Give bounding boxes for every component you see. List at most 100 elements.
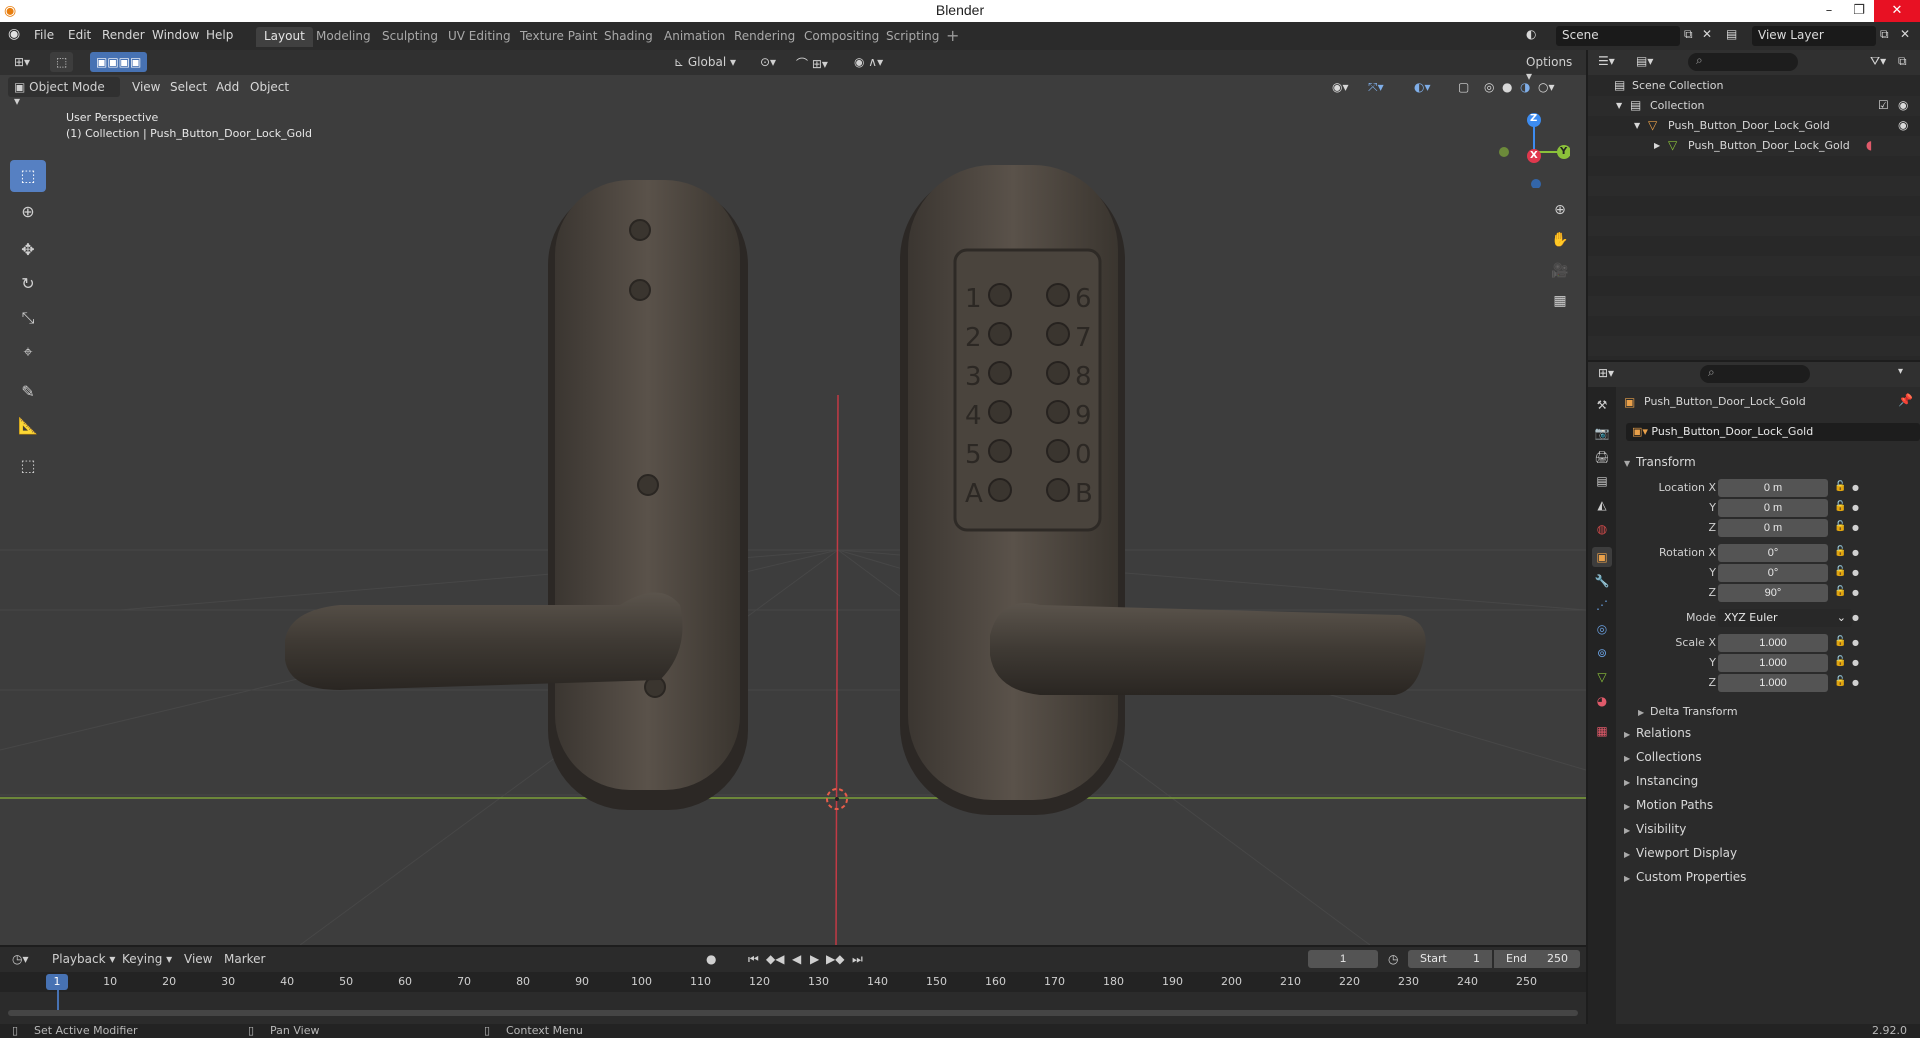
lock-icon[interactable]: 🔓 bbox=[1834, 521, 1846, 532]
keying-menu[interactable]: Keying ▾ bbox=[122, 952, 172, 966]
rendered-shading-icon[interactable]: ○▾ bbox=[1538, 80, 1555, 94]
properties-options-icon[interactable]: ▾ bbox=[1898, 366, 1903, 377]
keyframe-dot-icon[interactable]: ● bbox=[1852, 568, 1859, 577]
menu-help[interactable]: Help bbox=[206, 28, 233, 42]
outliner-search-input[interactable]: ⌕ bbox=[1688, 53, 1798, 71]
outliner-collection[interactable]: ▼ ▤ Collection ☑ ◉ bbox=[1588, 96, 1920, 116]
delete-view-layer-icon[interactable]: ✕ bbox=[1900, 27, 1910, 41]
particles-tab-icon[interactable]: ⋰ bbox=[1592, 595, 1612, 615]
pan-hand-icon[interactable]: ✋ bbox=[1546, 226, 1574, 254]
keyframe-dot-icon[interactable]: ● bbox=[1852, 483, 1859, 492]
xray-icon[interactable]: ▢ bbox=[1458, 80, 1469, 94]
current-frame-field[interactable] bbox=[1308, 950, 1378, 968]
menu-edit[interactable]: Edit bbox=[68, 28, 91, 42]
delete-scene-icon[interactable]: ✕ bbox=[1702, 27, 1712, 41]
tab-rendering[interactable]: Rendering bbox=[726, 27, 803, 47]
overlay-toggle-icon[interactable]: ◐▾ bbox=[1414, 80, 1431, 94]
relations-section-header[interactable]: ▶ Relations bbox=[1624, 726, 1691, 740]
solid-shading-icon[interactable]: ● bbox=[1502, 80, 1512, 94]
texture-tab-icon[interactable]: ▦ bbox=[1592, 721, 1612, 741]
tab-sculpting[interactable]: Sculpting bbox=[374, 27, 446, 47]
add-workspace-button[interactable]: + bbox=[946, 26, 959, 45]
select-tool-icon[interactable]: ⬚ bbox=[50, 52, 74, 72]
rotate-tool-icon[interactable]: ↻ bbox=[10, 268, 46, 300]
zoom-icon[interactable]: ⊕ bbox=[1546, 196, 1574, 224]
left-lock-model[interactable] bbox=[285, 180, 748, 810]
add-cube-tool-icon[interactable]: ⬚ bbox=[10, 450, 46, 482]
tab-modeling[interactable]: Modeling bbox=[308, 27, 379, 47]
view-layer-tab-icon[interactable]: ▤ bbox=[1592, 471, 1612, 491]
lock-icon[interactable]: 🔓 bbox=[1834, 546, 1846, 557]
render-tab-icon[interactable]: 📷 bbox=[1592, 423, 1612, 443]
tool-tab-icon[interactable]: ⚒ bbox=[1592, 395, 1612, 415]
expand-arrow-icon[interactable]: ▼ bbox=[1634, 121, 1640, 130]
outliner-scene-collection[interactable]: ▤ Scene Collection bbox=[1588, 76, 1920, 96]
move-tool-icon[interactable]: ✥ bbox=[10, 234, 46, 266]
viewport-menu-view[interactable]: View bbox=[132, 80, 160, 94]
filter-icon[interactable]: ⛛▾ bbox=[1870, 54, 1886, 69]
transform-section-header[interactable]: ▼ Transform bbox=[1624, 455, 1696, 469]
preview-range-icon[interactable]: ◷ bbox=[1388, 952, 1398, 966]
viewport-display-section-header[interactable]: ▶ Viewport Display bbox=[1624, 846, 1737, 860]
scale-tool-icon[interactable]: ⤡ bbox=[10, 302, 46, 334]
scale-x-field[interactable] bbox=[1718, 634, 1828, 652]
display-mode-icon[interactable]: ▤▾ bbox=[1636, 54, 1653, 68]
playhead-line[interactable] bbox=[57, 990, 59, 1010]
viewport-menu-add[interactable]: Add bbox=[216, 80, 239, 94]
viewport-menu-select[interactable]: Select bbox=[170, 80, 207, 94]
playhead-frame-badge[interactable]: 1 bbox=[46, 974, 68, 990]
new-scene-icon[interactable]: ⧉ bbox=[1684, 27, 1693, 42]
select-box-tool-icon[interactable]: ⬚ bbox=[10, 160, 46, 192]
timeline-editor-icon[interactable]: ◷▾ bbox=[12, 952, 29, 966]
modifier-tab-icon[interactable]: 🔧 bbox=[1592, 571, 1612, 591]
object-mode-dropdown[interactable]: ▣ Object Mode ▾ bbox=[8, 77, 120, 108]
eye-icon[interactable]: ◉ bbox=[1898, 98, 1908, 112]
lock-icon[interactable]: 🔓 bbox=[1834, 501, 1846, 512]
viewport-menu-object[interactable]: Object bbox=[250, 80, 289, 94]
tab-uv-editing[interactable]: UV Editing bbox=[440, 27, 519, 47]
minimize-button[interactable]: – bbox=[1814, 0, 1844, 22]
outliner-object-row[interactable]: ▼ ▽ Push_Button_Door_Lock_Gold ◉ bbox=[1588, 116, 1920, 136]
outliner-mesh-row[interactable]: ▶ ▽ Push_Button_Door_Lock_Gold ◖ bbox=[1588, 136, 1920, 156]
record-icon[interactable]: ● bbox=[706, 952, 716, 966]
viewport-scene[interactable] bbox=[0, 50, 1586, 945]
start-frame-field[interactable]: Start 1 bbox=[1408, 950, 1492, 968]
instancing-section-header[interactable]: ▶ Instancing bbox=[1624, 774, 1698, 788]
camera-view-icon[interactable]: 🎥 bbox=[1546, 257, 1574, 285]
keyframe-dot-icon[interactable]: ● bbox=[1852, 588, 1859, 597]
object-name-field[interactable]: ▣▾ Push_Button_Door_Lock_Gold bbox=[1626, 423, 1920, 441]
world-tab-icon[interactable]: ◍ bbox=[1592, 519, 1612, 539]
visibility-icon[interactable]: ◉▾ bbox=[1332, 80, 1349, 94]
snap-icon[interactable]: ⌒ ⊞▾ bbox=[790, 52, 834, 72]
new-collection-icon[interactable]: ⧉ bbox=[1898, 54, 1907, 69]
menu-file[interactable]: File bbox=[34, 28, 54, 42]
tab-animation[interactable]: Animation bbox=[656, 27, 733, 47]
location-x-field[interactable] bbox=[1718, 479, 1828, 497]
material-tab-icon[interactable]: ◕ bbox=[1592, 691, 1612, 711]
location-z-field[interactable] bbox=[1718, 519, 1828, 537]
close-button[interactable]: ✕ bbox=[1874, 0, 1920, 22]
outliner-editor-icon[interactable]: ☰▾ bbox=[1598, 54, 1615, 68]
jump-start-icon[interactable]: ⏮ bbox=[748, 952, 759, 967]
play-icon[interactable]: ▶ bbox=[810, 952, 819, 966]
keyframe-dot-icon[interactable]: ● bbox=[1852, 658, 1859, 667]
keyframe-dot-icon[interactable]: ● bbox=[1852, 613, 1859, 622]
lock-icon[interactable]: 🔓 bbox=[1834, 656, 1846, 667]
keyframe-dot-icon[interactable]: ● bbox=[1852, 523, 1859, 532]
pivot-point-icon[interactable]: ⊙▾ bbox=[754, 52, 783, 72]
cursor-tool-icon[interactable]: ⊕ bbox=[10, 196, 46, 228]
expand-arrow-icon[interactable]: ▼ bbox=[1616, 101, 1622, 110]
output-tab-icon[interactable]: 🖨 bbox=[1592, 447, 1612, 467]
menu-window[interactable]: Window bbox=[152, 28, 199, 42]
scene-icon[interactable]: ◐ bbox=[1526, 27, 1536, 41]
tab-texture-paint[interactable]: Texture Paint bbox=[512, 27, 605, 47]
scale-y-field[interactable] bbox=[1718, 654, 1828, 672]
navigation-gizmo[interactable]: Z Y X bbox=[1490, 108, 1571, 189]
properties-editor-icon[interactable]: ⊞▾ bbox=[1598, 366, 1614, 380]
tab-compositing[interactable]: Compositing bbox=[796, 27, 887, 47]
transform-orientation-dropdown[interactable]: ⊾ Global ▾ bbox=[668, 52, 746, 72]
lock-icon[interactable]: 🔓 bbox=[1834, 481, 1846, 492]
options-dropdown[interactable]: Options ▾ bbox=[1520, 52, 1586, 83]
rotation-y-field[interactable] bbox=[1718, 564, 1828, 582]
end-frame-field[interactable]: End 250 bbox=[1494, 950, 1580, 968]
